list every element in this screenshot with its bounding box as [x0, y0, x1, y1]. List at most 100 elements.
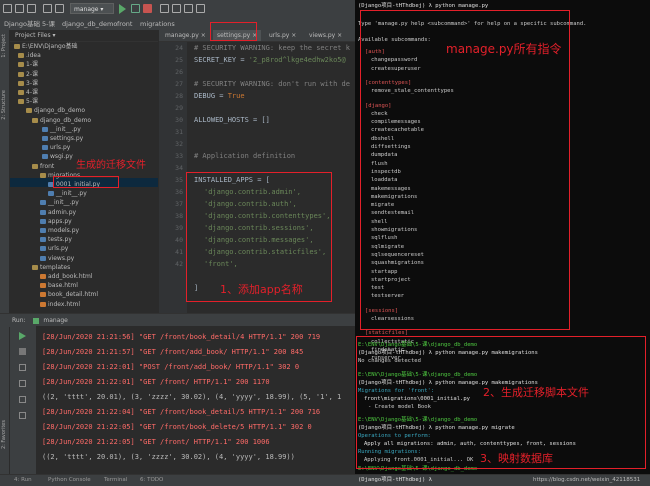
forward-icon[interactable]: [55, 4, 64, 13]
tree-folder-item[interactable]: templates: [32, 263, 70, 272]
line-number: 30: [175, 116, 183, 124]
structure-icon[interactable]: [184, 4, 193, 13]
tab-views[interactable]: views.py ×: [309, 30, 342, 41]
tree-folder-item[interactable]: .idea: [18, 51, 41, 60]
delete-icon[interactable]: [19, 412, 26, 419]
breadcrumb-item[interactable]: migrations: [140, 18, 175, 30]
tree-file-item[interactable]: models.py: [40, 226, 79, 235]
tree-file-item[interactable]: settings.py: [42, 134, 83, 143]
project-tool-tab[interactable]: 1: Project: [1, 34, 7, 58]
tree-file-item[interactable]: apps.py: [40, 217, 72, 226]
line-number: 38: [175, 212, 183, 220]
run-icon[interactable]: [119, 4, 126, 14]
tree-file-item[interactable]: admin.py: [40, 208, 76, 217]
python-console-button[interactable]: Python Console: [48, 475, 91, 486]
tree-item-label: index.html: [48, 300, 80, 308]
tree-file-item[interactable]: book_detail.html: [40, 290, 98, 299]
html-file-icon: [40, 292, 46, 298]
tree-file-item[interactable]: __init__.py: [48, 189, 87, 198]
tree-file-item[interactable]: tests.py: [40, 235, 72, 244]
tree-item-label: 5-课: [26, 98, 38, 106]
python-file-icon: [48, 191, 54, 197]
line-number: 25: [175, 56, 183, 64]
save-icon[interactable]: [15, 4, 24, 13]
rerun-icon[interactable]: [19, 332, 26, 340]
tab-urls[interactable]: urls.py ×: [269, 30, 296, 41]
breadcrumb-item[interactable]: django_db_demo: [62, 18, 117, 30]
line-number: 41: [175, 248, 183, 256]
html-file-icon: [40, 274, 46, 279]
tree-folder-item[interactable]: 4-课: [18, 88, 38, 97]
tree-folder-item[interactable]: 5-课: [18, 97, 38, 106]
html-file-icon: [40, 301, 46, 307]
tree-file-item[interactable]: add_book.html: [40, 272, 93, 281]
favorites-tool-tab[interactable]: 2: Favorites: [1, 420, 7, 449]
tree-folder-item[interactable]: 3-课: [18, 79, 38, 88]
debug-icon[interactable]: [131, 4, 140, 13]
back-icon[interactable]: [43, 4, 52, 13]
tree-item-label: front: [40, 162, 55, 170]
tree-folder-item[interactable]: 1-课: [18, 60, 38, 69]
tree-file-item[interactable]: views.py: [40, 254, 74, 263]
project-panel: Project Files ▾ E:\ENV\Django基础 .idea 1-课 2…: [10, 30, 158, 313]
breadcrumb-item[interactable]: Django基础: [4, 18, 40, 30]
run-config-select[interactable]: manage ▾: [70, 3, 114, 14]
console-line: [28/Jun/2020 21:22:04] "GET /front/book_…: [42, 408, 321, 416]
run-console-output[interactable]: [28/Jun/2020 21:21:56] "GET /front/book_…: [36, 326, 355, 474]
line-number: 26: [175, 68, 183, 76]
tree-item-label: templates: [40, 263, 71, 271]
folder-icon: [18, 99, 24, 105]
tree-item-label: admin.py: [48, 208, 77, 216]
python-file-icon: [40, 237, 46, 243]
tree-file-item[interactable]: urls.py: [42, 143, 70, 152]
tree-folder-item[interactable]: 2-课: [18, 70, 38, 79]
python-file-icon: [42, 154, 48, 160]
status-bar: 4: Run Python Console Terminal 6: TODO h…: [0, 474, 650, 486]
project-panel-title[interactable]: Project Files: [15, 32, 51, 39]
tree-folder-item[interactable]: django_db_demo: [32, 116, 91, 125]
sync-icon[interactable]: [27, 4, 36, 13]
tree-item-label: models.py: [48, 227, 80, 234]
line-number: 27: [175, 80, 183, 88]
todo-button[interactable]: 6: TODO: [140, 475, 163, 486]
settings-icon[interactable]: [172, 4, 181, 13]
code-line-30: ALLOWED_HOSTS = []: [194, 116, 270, 124]
pause-icon[interactable]: [19, 364, 26, 371]
tree-file-item[interactable]: base.html: [40, 281, 78, 290]
folder-icon: [18, 80, 24, 86]
stop-run-icon[interactable]: [19, 348, 26, 355]
tree-folder-item[interactable]: front: [32, 162, 54, 171]
tree-file-item[interactable]: wsgi.py: [42, 152, 73, 161]
tree-item-label: wsgi.py: [50, 153, 73, 161]
tree-file-item[interactable]: index.html: [40, 300, 80, 309]
run-tool-button[interactable]: 4: Run: [14, 475, 32, 486]
open-icon[interactable]: [3, 4, 12, 13]
settings-tab-highlight: [210, 22, 257, 41]
tree-folder-item[interactable]: E:\ENV\Django基础: [14, 42, 78, 51]
search-icon[interactable]: [196, 4, 205, 13]
tree-file-item[interactable]: urls.py: [40, 244, 68, 253]
terminal-prompt: (Django项目-tHThdbej) λ: [358, 477, 432, 483]
watermark: https://blog.csdn.net/weixin_42118531: [533, 477, 641, 483]
print-icon[interactable]: [19, 396, 26, 403]
tree-file-item[interactable]: __init__.py: [42, 125, 81, 134]
migration-file-annotation: 生成的迁移文件: [76, 160, 146, 171]
all-commands-annotation: manage.py所有指令: [446, 42, 562, 56]
run-config-tab[interactable]: manage: [43, 317, 68, 324]
breadcrumb-item[interactable]: front: [117, 18, 132, 30]
html-file-icon: [40, 283, 46, 289]
line-number-gutter: 24 25 26 27 28 29 30 31 32 33 34 35 36 37 38 39 40 41 42: [159, 42, 187, 313]
line-number: 42: [175, 260, 183, 268]
vcs-icon[interactable]: [160, 4, 169, 13]
line-number: 28: [175, 92, 183, 100]
tab-manage[interactable]: manage.py ×: [165, 30, 206, 41]
structure-tool-tab[interactable]: 2: Structure: [1, 90, 7, 120]
tree-item-label: .idea: [26, 52, 41, 60]
wrap-icon[interactable]: [19, 380, 26, 387]
tree-folder-item[interactable]: django_db_demo: [26, 106, 85, 115]
terminal-button[interactable]: Terminal: [104, 475, 127, 486]
breadcrumb-item[interactable]: 5-课: [42, 18, 55, 30]
stop-icon[interactable]: [143, 4, 152, 13]
line-number: 24: [175, 44, 183, 52]
tree-file-item[interactable]: __init__.py: [40, 198, 79, 207]
